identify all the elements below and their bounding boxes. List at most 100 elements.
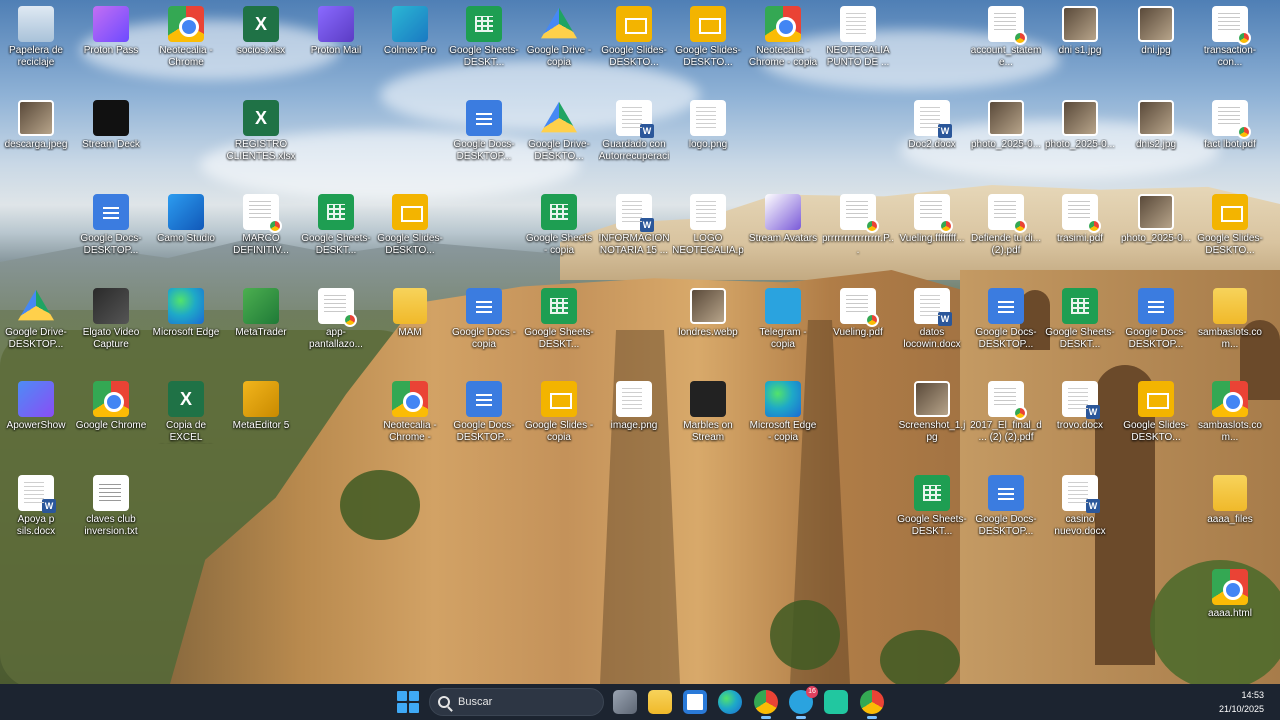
desktop-icon[interactable]: Microsoft Edge [150, 284, 222, 339]
desktop-icon[interactable]: MAM [374, 284, 446, 339]
desktop-icon[interactable]: Google Slides - copia [523, 377, 595, 444]
desktop-icon[interactable]: photo_2025-0... [1044, 96, 1116, 151]
desktop-icon[interactable]: trasimi.pdf [1044, 190, 1116, 245]
desktop-icon[interactable]: Elgato Video Capture [75, 284, 147, 351]
desktop-icon[interactable]: Google Docs-DESKTOP... [970, 284, 1042, 351]
desktop-icon[interactable]: W INFORMACION NOTARIA 15 ... [598, 190, 670, 257]
desktop-icon[interactable]: Google Slides-DESKTO... [1194, 190, 1266, 257]
task-view-icon[interactable] [613, 690, 637, 714]
desktop-icon[interactable]: Google Sheets-DESKT... [1044, 284, 1116, 351]
desktop-icon[interactable]: Neotecalia - Chrome [150, 2, 222, 69]
desktop-icon[interactable]: Papelera de reciclaje [0, 2, 72, 69]
desktop-icon[interactable]: Wdatos locowin.docx [896, 284, 968, 351]
desktop-icon[interactable]: photo_2025-0... [1120, 190, 1192, 245]
desktop-icon[interactable]: Google Chrome [75, 377, 147, 432]
system-clock[interactable]: 14:53 21/10/2025 [1219, 688, 1264, 716]
desktop-icon[interactable]: account_stateme... [970, 2, 1042, 69]
desktop-icon[interactable]: transaction-con... [1194, 2, 1266, 69]
desktop-icon[interactable]: Google Docs-DESKTOP... [448, 377, 520, 444]
word-file-icon: W [1062, 475, 1100, 513]
desktop-icon[interactable]: Camo Studio [150, 190, 222, 245]
desktop-icon[interactable]: Google Sheets-DESKT... [448, 2, 520, 69]
desktop-icon[interactable]: Google Slides-DESKTO... [672, 2, 744, 69]
desktop-icon[interactable]: Vueling.pdf [822, 284, 894, 339]
desktop-icon[interactable]: Google Docs-DESKTOP... [1120, 284, 1192, 351]
desktop-icon[interactable]: Google Slides-DESKTO... [598, 2, 670, 69]
desktop-icon[interactable]: Neotecalia - Chrome - copia [747, 2, 819, 69]
desktop-icon-label: Google Docs-DESKTOP... [80, 233, 142, 256]
chrome-profile-icon[interactable] [860, 690, 884, 719]
desktop-icon[interactable]: Google Sheets - copia [523, 190, 595, 257]
desktop-icon[interactable]: claves club inversion.txt [75, 471, 147, 538]
desktop-icon[interactable]: Wtrovo.docx [1044, 377, 1116, 432]
desktop-icon[interactable]: Microsoft Edge - copia [747, 377, 819, 444]
desktop-icon[interactable]: Wcasino nuevo.docx [1044, 471, 1116, 538]
desktop-icon[interactable]: Screenshot_1.jpg [896, 377, 968, 444]
desktop-icon[interactable]: photo_2025-0... [970, 96, 1042, 151]
desktop-icon[interactable]: MARCO DEFINITIV... [225, 190, 297, 257]
slides-icon [541, 381, 577, 417]
desktop-icon[interactable]: 2017_El_final_d... (2) (2).pdf [970, 377, 1042, 444]
desktop-icon[interactable]: W Doc2.docx [896, 96, 968, 151]
desktop-icon[interactable]: image.png [598, 377, 670, 432]
desktop-icon[interactable]: Colmex Pro [374, 2, 446, 57]
desktop-icon[interactable]: Google Drive-DESKTOP... [0, 284, 72, 351]
desktop-icon[interactable]: dnis2.jpg [1120, 96, 1192, 151]
desktop-icon[interactable]: Google Docs - copia [448, 284, 520, 351]
desktop-icon[interactable]: Telegram - copia [747, 284, 819, 351]
excel-icon: X [243, 100, 279, 136]
desktop-icon[interactable]: descarga.jpeg [0, 96, 72, 151]
chrome-icon[interactable] [754, 690, 778, 719]
desktop-icon[interactable]: Proton Mail [300, 2, 372, 57]
docs-icon [988, 475, 1024, 511]
taskbar-search-box[interactable]: Buscar [429, 688, 604, 716]
desktop-icon[interactable]: fact lbot.pdf [1194, 96, 1266, 151]
desktop-icon[interactable]: aaaa_files [1194, 471, 1266, 526]
desktop-icon[interactable]: dni s1.jpg [1044, 2, 1116, 57]
desktop-icon[interactable]: ApowerShow [0, 377, 72, 432]
desktop-icon[interactable]: Google Slides-DESKTO... [1120, 377, 1192, 444]
desktop-icon[interactable]: Google Slides-DESKTO... [374, 190, 446, 257]
desktop-icon[interactable]: Neotecalia - Chrome - Lapto... [374, 377, 446, 444]
desktop-icon[interactable]: Google Sheets-DESKT... [523, 284, 595, 351]
desktop-icon[interactable]: Google Drive-DESKTO... [523, 96, 595, 163]
desktop-icon[interactable]: sambaslots.com... [1194, 377, 1266, 444]
desktop-icon[interactable]: Google Sheets-DESKT... [300, 190, 372, 257]
desktop-icon[interactable]: prrrrrrrrrrrrrrrr.P... [822, 190, 894, 257]
desktop-icon[interactable]: Defiende tu di... (2).pdf [970, 190, 1042, 257]
desktop-icon[interactable]: logo.png [672, 96, 744, 151]
desktop-icon-label: Neotecalia - Chrome - copia [748, 45, 818, 68]
desktop-icon[interactable]: Vueling.ffffffff... [896, 190, 968, 245]
desktop-icon[interactable]: Google Docs-DESKTOP... [448, 96, 520, 163]
desktop-icon[interactable]: Google Docs-DESKTOP... [970, 471, 1042, 538]
edge-icon[interactable] [718, 690, 742, 714]
desktop-icon-label: REGISTRO CLIENTES.xlsx [226, 139, 296, 162]
desktop-icon[interactable]: MetaEditor 5 [225, 377, 297, 432]
desktop-icon[interactable]: Google Sheets-DESKT... [896, 471, 968, 538]
desktop-icon[interactable]: LOGO NEOTECALIA.png [672, 190, 744, 257]
desktop-icon[interactable]: Marbles on Stream [672, 377, 744, 444]
telegram-icon[interactable]: 16 [789, 686, 818, 719]
desktop-icon[interactable]: Stream Avatars [747, 190, 819, 245]
desktop-icon[interactable]: sambaslots.com... [1194, 284, 1266, 351]
file-explorer-icon[interactable] [648, 690, 672, 714]
desktop-icon[interactable]: londres.webp [672, 284, 744, 339]
app-icon[interactable] [824, 690, 848, 714]
start-button[interactable] [397, 691, 419, 713]
desktop-icon[interactable]: Stream Deck [75, 96, 147, 151]
desktop-icon[interactable]: dni.jpg [1120, 2, 1192, 57]
microsoft-store-icon[interactable] [683, 690, 707, 714]
desktop-icon[interactable]: aaaa.html [1194, 565, 1266, 620]
desktop-icon[interactable]: MetaTrader [225, 284, 297, 339]
desktop-icon[interactable]: Google Docs-DESKTOP... [75, 190, 147, 257]
desktop-icon[interactable]: Proton Pass [75, 2, 147, 57]
desktop-icon[interactable]: W Apoya p sils.docx [0, 471, 72, 538]
desktop-icon-label: MetaTrader [235, 327, 287, 338]
desktop-icon[interactable]: NEOTECALIA PUNTO DE ... [822, 2, 894, 69]
desktop-icon[interactable]: Xsocios.xlsx [225, 2, 297, 57]
desktop-icon[interactable]: X REGISTRO CLIENTES.xlsx [225, 96, 297, 163]
desktop-icon[interactable]: Google Drive - copia [523, 2, 595, 69]
desktop-icon[interactable]: X Copia de EXCEL COMPLETO 2.xlsx [150, 377, 222, 444]
desktop-icon[interactable]: app-pantallazo... [300, 284, 372, 351]
desktop-icon[interactable]: WGuardado con Autorrecuperaci... [598, 96, 670, 163]
